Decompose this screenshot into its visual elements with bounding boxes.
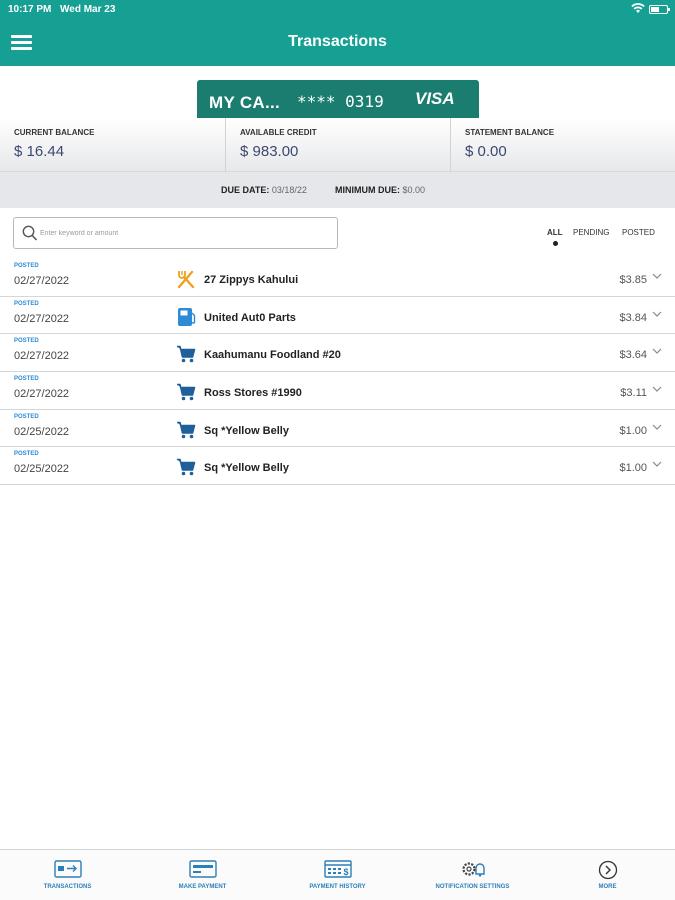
nav-label: PAYMENT HISTORY xyxy=(309,884,366,890)
transaction-date: 02/25/2022 xyxy=(14,425,70,438)
transaction-date: 02/25/2022 xyxy=(14,463,70,476)
transaction-merchant: Ross Stores #1990 xyxy=(204,387,302,400)
transaction-status: POSTED xyxy=(14,263,39,269)
payment-history-icon: $ xyxy=(323,860,352,878)
chevron-down-icon[interactable] xyxy=(652,347,662,355)
minimum-due: MINIMUM DUE: $0.00 xyxy=(335,185,425,195)
transaction-row[interactable]: POSTED 02/27/2022 United Aut0 Parts $3.8… xyxy=(0,297,675,335)
chevron-down-icon[interactable] xyxy=(652,272,662,280)
active-filter-indicator xyxy=(553,241,558,246)
transaction-merchant: United Aut0 Parts xyxy=(204,311,296,324)
battery-icon xyxy=(649,5,670,14)
make-payment-icon xyxy=(188,860,217,878)
transaction-status: POSTED xyxy=(14,376,39,383)
transaction-status: POSTED xyxy=(14,338,39,345)
shopping-cart-icon xyxy=(177,421,196,439)
transaction-merchant: Sq *Yellow Belly xyxy=(204,424,289,437)
shopping-cart-icon xyxy=(177,459,196,476)
balance-summary: CURRENT BALANCE $ 16.44 AVAILABLE CREDIT… xyxy=(0,118,675,172)
transaction-list: POSTED 02/27/2022 27 Zippys Kahului $3.8… xyxy=(0,259,675,486)
available-credit-label: AVAILABLE CREDIT xyxy=(240,128,317,137)
transaction-row[interactable]: POSTED 02/25/2022 Sq *Yellow Belly $1.00 xyxy=(0,447,675,486)
transaction-row[interactable]: POSTED 02/27/2022 Kaahumanu Foodland #20… xyxy=(0,334,675,373)
filter-pending-tab[interactable]: PENDING xyxy=(573,228,609,237)
transaction-merchant: Sq *Yellow Belly xyxy=(204,462,289,475)
shopping-cart-icon xyxy=(177,383,196,401)
nav-notification-settings[interactable]: NOTIFICATION SETTINGS xyxy=(405,850,540,900)
status-bar: 10:17 PM Wed Mar 23 xyxy=(0,0,675,20)
search-box[interactable] xyxy=(13,217,338,249)
transaction-status: POSTED xyxy=(14,451,39,458)
wifi-icon xyxy=(631,3,645,13)
transaction-row[interactable]: POSTED 02/27/2022 27 Zippys Kahului $3.8… xyxy=(0,259,675,297)
transactions-icon xyxy=(53,860,82,878)
transaction-merchant: Kaahumanu Foodland #20 xyxy=(204,349,341,362)
transaction-status: POSTED xyxy=(14,413,39,420)
nav-label: TRANSACTIONS xyxy=(43,884,92,890)
status-time: 10:17 PM xyxy=(8,4,52,15)
card-masked-number: **** 0319 xyxy=(297,92,384,111)
transaction-date: 02/27/2022 xyxy=(14,388,70,401)
search-icon xyxy=(22,225,38,241)
minimum-due-value: $0.00 xyxy=(402,185,426,195)
transaction-date: 02/27/2022 xyxy=(14,350,70,363)
chevron-down-icon[interactable] xyxy=(652,310,662,318)
chevron-down-icon[interactable] xyxy=(652,460,662,468)
transaction-row[interactable]: POSTED 02/25/2022 Sq *Yellow Belly $1.00 xyxy=(0,410,675,448)
transaction-amount: $1.00 xyxy=(619,424,647,437)
minimum-due-label: MINIMUM DUE: xyxy=(335,185,400,195)
more-chevron-icon xyxy=(598,860,617,880)
available-credit: AVAILABLE CREDIT $ 983.00 xyxy=(225,118,450,172)
svg-text:$: $ xyxy=(343,867,348,877)
card-brand-logo: VISA xyxy=(415,89,455,108)
transaction-amount: $3.11 xyxy=(620,387,647,400)
current-balance: CURRENT BALANCE $ 16.44 xyxy=(0,118,225,172)
card-name: MY CA... xyxy=(209,93,281,112)
chevron-down-icon[interactable] xyxy=(652,385,662,393)
statement-balance-label: STATEMENT BALANCE xyxy=(465,128,555,137)
due-date-value: 03/18/22 xyxy=(271,185,307,195)
due-date-label: DUE DATE: xyxy=(221,185,270,195)
bottom-nav: TRANSACTIONS MAKE PAYMENT $ PAYMENT HIST… xyxy=(0,849,675,900)
due-info-strip: DUE DATE: 03/18/22 MINIMUM DUE: $0.00 xyxy=(0,172,675,208)
app-header: 10:17 PM Wed Mar 23 Transactions xyxy=(0,0,675,66)
nav-transactions[interactable]: TRANSACTIONS xyxy=(0,850,135,900)
nav-label: NOTIFICATION SETTINGS xyxy=(435,884,510,890)
due-date: DUE DATE: 03/18/22 xyxy=(221,185,307,195)
nav-payment-history[interactable]: $ PAYMENT HISTORY xyxy=(270,850,405,900)
transaction-date: 02/27/2022 xyxy=(14,275,70,287)
chevron-down-icon[interactable] xyxy=(652,423,662,431)
filter-posted-tab[interactable]: POSTED xyxy=(622,228,655,237)
statement-balance: STATEMENT BALANCE $ 0.00 xyxy=(450,118,675,172)
card-selector[interactable]: MY CA... **** 0319 VISA xyxy=(197,80,479,118)
transaction-status: POSTED xyxy=(14,300,39,307)
filter-all-tab[interactable]: ALL xyxy=(547,228,563,237)
shopping-cart-icon xyxy=(177,346,196,363)
transaction-date: 02/27/2022 xyxy=(14,312,70,325)
transaction-amount: $1.00 xyxy=(619,462,647,475)
restaurant-icon xyxy=(177,270,195,289)
statement-balance-value: $ 0.00 xyxy=(465,143,507,160)
nav-label: MAKE PAYMENT xyxy=(178,884,227,890)
page-title: Transactions xyxy=(288,33,387,50)
notification-settings-icon xyxy=(461,862,485,877)
nav-make-payment[interactable]: MAKE PAYMENT xyxy=(135,850,270,900)
transaction-amount: $3.84 xyxy=(619,311,647,324)
search-input[interactable] xyxy=(40,223,330,243)
fuel-pump-icon xyxy=(178,307,196,326)
transaction-amount: $3.64 xyxy=(619,349,647,362)
transaction-merchant: 27 Zippys Kahului xyxy=(204,274,299,286)
transaction-row[interactable]: POSTED 02/27/2022 Ross Stores #1990 $3.1… xyxy=(0,372,675,410)
nav-label: MORE xyxy=(598,884,617,890)
available-credit-value: $ 983.00 xyxy=(240,143,299,160)
status-date: Wed Mar 23 xyxy=(60,4,116,15)
transaction-amount: $3.85 xyxy=(619,274,647,286)
current-balance-value: $ 16.44 xyxy=(14,143,65,160)
nav-more[interactable]: MORE xyxy=(540,850,675,900)
current-balance-label: CURRENT BALANCE xyxy=(14,128,95,137)
